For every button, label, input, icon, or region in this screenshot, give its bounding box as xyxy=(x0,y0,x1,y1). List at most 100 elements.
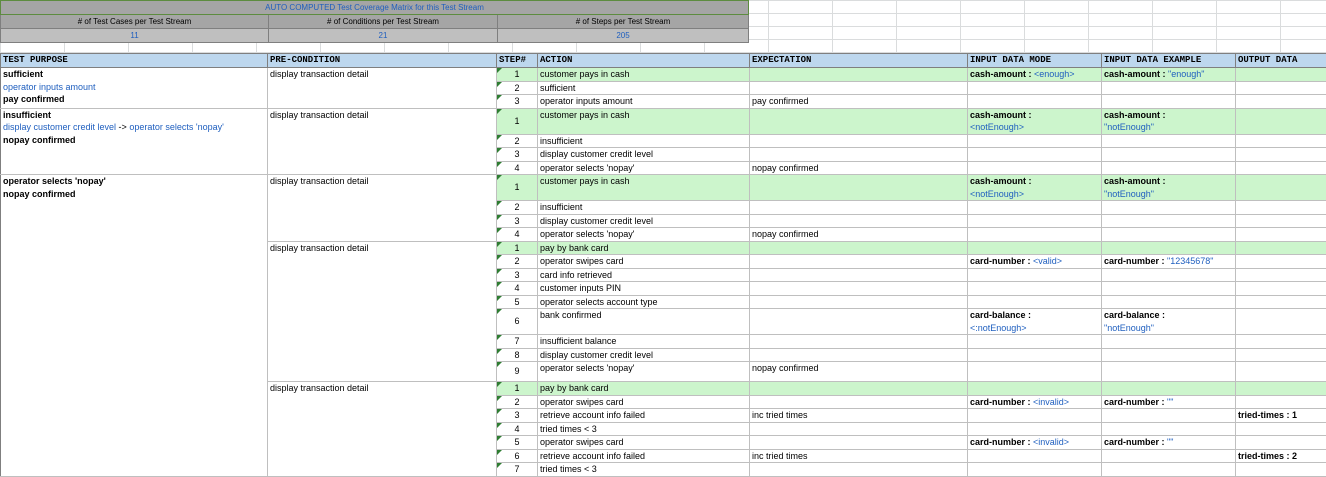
output-cell[interactable] xyxy=(1236,282,1326,296)
input-mode-cell[interactable] xyxy=(968,95,1102,109)
input-example-cell[interactable] xyxy=(1102,409,1236,423)
input-example-cell[interactable] xyxy=(1102,282,1236,296)
step-cell[interactable]: 2 xyxy=(497,201,538,215)
expectation-cell[interactable] xyxy=(750,382,968,396)
pre-condition-cell[interactable]: display transaction detail xyxy=(268,241,497,382)
action-cell[interactable]: operator selects account type xyxy=(538,295,750,309)
summary-header-conditions[interactable]: # of Conditions per Test Stream xyxy=(269,15,498,29)
input-example-cell[interactable] xyxy=(1102,422,1236,436)
action-cell[interactable]: operator swipes card xyxy=(538,255,750,269)
step-cell[interactable]: 1 xyxy=(497,175,538,201)
expectation-cell[interactable]: nopay confirmed xyxy=(750,362,968,382)
expectation-cell[interactable] xyxy=(750,335,968,349)
action-cell[interactable]: customer pays in cash xyxy=(538,68,750,82)
input-mode-cell[interactable] xyxy=(968,268,1102,282)
input-example-cell[interactable] xyxy=(1102,382,1236,396)
input-example-cell[interactable] xyxy=(1102,362,1236,382)
input-mode-cell[interactable] xyxy=(968,295,1102,309)
col-header-test-purpose[interactable]: TEST PURPOSE xyxy=(1,54,268,68)
action-cell[interactable]: insufficient xyxy=(538,134,750,148)
action-cell[interactable]: operator selects 'nopay' xyxy=(538,228,750,242)
step-cell[interactable]: 8 xyxy=(497,348,538,362)
summary-title[interactable]: AUTO COMPUTED Test Coverage Matrix for t… xyxy=(1,1,749,15)
expectation-cell[interactable] xyxy=(750,309,968,335)
input-mode-cell[interactable]: card-number : <invalid> xyxy=(968,436,1102,450)
output-cell[interactable] xyxy=(1236,214,1326,228)
summary-value-conditions[interactable]: 21 xyxy=(269,29,498,43)
action-cell[interactable]: retrieve account info failed xyxy=(538,409,750,423)
expectation-cell[interactable] xyxy=(750,134,968,148)
step-cell[interactable]: 6 xyxy=(497,309,538,335)
output-cell[interactable] xyxy=(1236,382,1326,396)
input-example-cell[interactable] xyxy=(1102,241,1236,255)
action-cell[interactable]: sufficient xyxy=(538,81,750,95)
action-cell[interactable]: customer pays in cash xyxy=(538,108,750,134)
action-cell[interactable]: operator swipes card xyxy=(538,395,750,409)
action-cell[interactable]: operator selects 'nopay' xyxy=(538,161,750,175)
action-cell[interactable]: operator selects 'nopay' xyxy=(538,362,750,382)
expectation-cell[interactable]: nopay confirmed xyxy=(750,161,968,175)
output-cell[interactable] xyxy=(1236,335,1326,349)
col-header-step[interactable]: STEP# xyxy=(497,54,538,68)
summary-header-steps[interactable]: # of Steps per Test Stream xyxy=(498,15,749,29)
step-cell[interactable]: 1 xyxy=(497,241,538,255)
expectation-cell[interactable]: inc tried times xyxy=(750,449,968,463)
expectation-cell[interactable] xyxy=(750,436,968,450)
action-cell[interactable]: insufficient xyxy=(538,201,750,215)
step-cell[interactable]: 5 xyxy=(497,295,538,309)
col-header-expectation[interactable]: EXPECTATION xyxy=(750,54,968,68)
test-purpose-cell[interactable]: insufficient display customer credit lev… xyxy=(1,108,268,175)
input-mode-cell[interactable]: cash-amount :<notEnough> xyxy=(968,108,1102,134)
action-cell[interactable]: display customer credit level xyxy=(538,214,750,228)
pre-condition-cell[interactable]: display transaction detail xyxy=(268,68,497,109)
expectation-cell[interactable] xyxy=(750,108,968,134)
output-cell[interactable] xyxy=(1236,395,1326,409)
summary-header-test-cases[interactable]: # of Test Cases per Test Stream xyxy=(1,15,269,29)
action-cell[interactable]: bank confirmed xyxy=(538,309,750,335)
test-purpose-cell[interactable]: operator selects 'nopay' nopay confirmed xyxy=(1,175,268,477)
output-cell[interactable] xyxy=(1236,108,1326,134)
step-cell[interactable]: 2 xyxy=(497,255,538,269)
output-cell[interactable] xyxy=(1236,161,1326,175)
step-cell[interactable]: 9 xyxy=(497,362,538,382)
output-cell[interactable] xyxy=(1236,295,1326,309)
input-mode-cell[interactable] xyxy=(968,449,1102,463)
step-cell[interactable]: 2 xyxy=(497,81,538,95)
input-mode-cell[interactable] xyxy=(968,409,1102,423)
action-cell[interactable]: customer inputs PIN xyxy=(538,282,750,296)
expectation-cell[interactable] xyxy=(750,422,968,436)
input-mode-cell[interactable]: cash-amount : <enough> xyxy=(968,68,1102,82)
step-cell[interactable]: 7 xyxy=(497,335,538,349)
input-example-cell[interactable] xyxy=(1102,348,1236,362)
step-cell[interactable]: 2 xyxy=(497,134,538,148)
action-cell[interactable]: retrieve account info failed xyxy=(538,449,750,463)
input-example-cell[interactable]: card-number : "" xyxy=(1102,436,1236,450)
expectation-cell[interactable]: nopay confirmed xyxy=(750,228,968,242)
expectation-cell[interactable] xyxy=(750,241,968,255)
input-example-cell[interactable]: card-number : "" xyxy=(1102,395,1236,409)
output-cell[interactable] xyxy=(1236,81,1326,95)
step-cell[interactable]: 1 xyxy=(497,68,538,82)
action-cell[interactable]: insufficient balance xyxy=(538,335,750,349)
input-example-cell[interactable]: cash-amount : "enough" xyxy=(1102,68,1236,82)
input-mode-cell[interactable] xyxy=(968,228,1102,242)
output-cell[interactable] xyxy=(1236,362,1326,382)
expectation-cell[interactable]: pay confirmed xyxy=(750,95,968,109)
output-cell[interactable]: tried-times : 2 xyxy=(1236,449,1326,463)
input-example-cell[interactable] xyxy=(1102,214,1236,228)
input-mode-cell[interactable] xyxy=(968,214,1102,228)
input-example-cell[interactable]: card-number : "12345678" xyxy=(1102,255,1236,269)
input-mode-cell[interactable] xyxy=(968,348,1102,362)
action-cell[interactable]: display customer credit level xyxy=(538,148,750,162)
input-example-cell[interactable] xyxy=(1102,201,1236,215)
input-mode-cell[interactable]: card-number : <invalid> xyxy=(968,395,1102,409)
action-cell[interactable]: card info retrieved xyxy=(538,268,750,282)
expectation-cell[interactable] xyxy=(750,395,968,409)
step-cell[interactable]: 1 xyxy=(497,108,538,134)
expectation-cell[interactable] xyxy=(750,255,968,269)
input-mode-cell[interactable]: card-balance :<:notEnough> xyxy=(968,309,1102,335)
input-example-cell[interactable] xyxy=(1102,268,1236,282)
input-example-cell[interactable] xyxy=(1102,134,1236,148)
action-cell[interactable]: customer pays in cash xyxy=(538,175,750,201)
input-mode-cell[interactable] xyxy=(968,382,1102,396)
